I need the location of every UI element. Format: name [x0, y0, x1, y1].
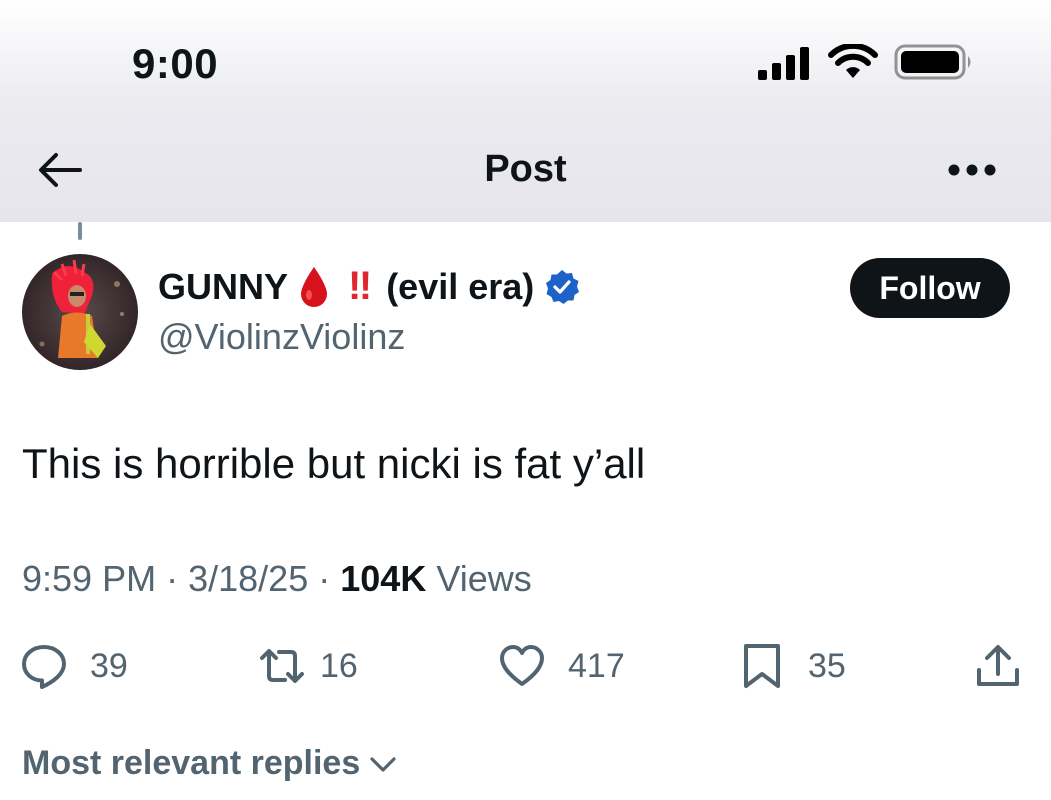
status-bar: 9:00	[0, 0, 1051, 120]
bookmark-icon	[744, 644, 780, 688]
bookmark-button[interactable]: 35	[738, 636, 846, 696]
bookmark-count: 35	[808, 646, 846, 685]
share-button[interactable]	[974, 636, 1022, 696]
battery-icon	[894, 44, 971, 80]
author-handle[interactable]: @ViolinzViolinz	[158, 316, 405, 358]
more-horizontal-icon	[948, 164, 996, 176]
views-count: 104K	[340, 558, 427, 599]
thread-connector-line	[78, 222, 82, 240]
repost-button[interactable]: 16	[258, 636, 358, 696]
drop-of-blood-emoji	[301, 266, 328, 307]
share-icon	[977, 645, 1019, 686]
author-name-text: GUNNY	[158, 265, 289, 307]
follow-button[interactable]: Follow	[850, 258, 1010, 318]
post-text: This is horrible but nicki is fat y’all	[22, 440, 646, 487]
more-options-button[interactable]	[940, 150, 1004, 190]
nav-bar: Post	[0, 130, 1051, 210]
repost-count: 16	[320, 646, 358, 685]
wifi-icon	[828, 44, 878, 78]
views-label: Views	[436, 558, 532, 599]
heart-icon	[500, 645, 544, 686]
chevron-down-icon	[370, 756, 396, 772]
meta-separator: ·	[166, 558, 179, 599]
reply-button[interactable]: 39	[20, 636, 128, 696]
cellular-signal-icon	[758, 47, 809, 80]
meta-separator: ·	[318, 558, 331, 599]
post-time[interactable]: 9:59 PM	[22, 558, 156, 599]
repost-icon	[260, 649, 304, 683]
like-button[interactable]: 417	[498, 636, 625, 696]
author-display-name[interactable]: GUNNY ‼ (evil era)	[158, 264, 580, 309]
author-name-suffix: (evil era)	[386, 265, 535, 307]
avatar-photo	[22, 254, 138, 370]
avatar[interactable]	[22, 254, 138, 370]
verified-badge-icon	[546, 269, 580, 304]
replies-sort-dropdown[interactable]: Most relevant replies	[22, 744, 400, 783]
reply-icon	[22, 645, 66, 689]
status-clock: 9:00	[132, 40, 219, 87]
like-count: 417	[568, 646, 625, 685]
post-date[interactable]: 3/18/25	[188, 558, 308, 599]
reply-count: 39	[90, 646, 128, 685]
replies-sort-label: Most relevant replies	[22, 744, 361, 782]
page-title: Post	[484, 148, 567, 190]
double-exclamation-emoji: ‼	[348, 264, 372, 308]
post-metadata: 9:59 PM · 3/18/25 · 104K Views	[22, 558, 532, 600]
post-actions-bar: 39 16 417 35	[0, 636, 1051, 696]
